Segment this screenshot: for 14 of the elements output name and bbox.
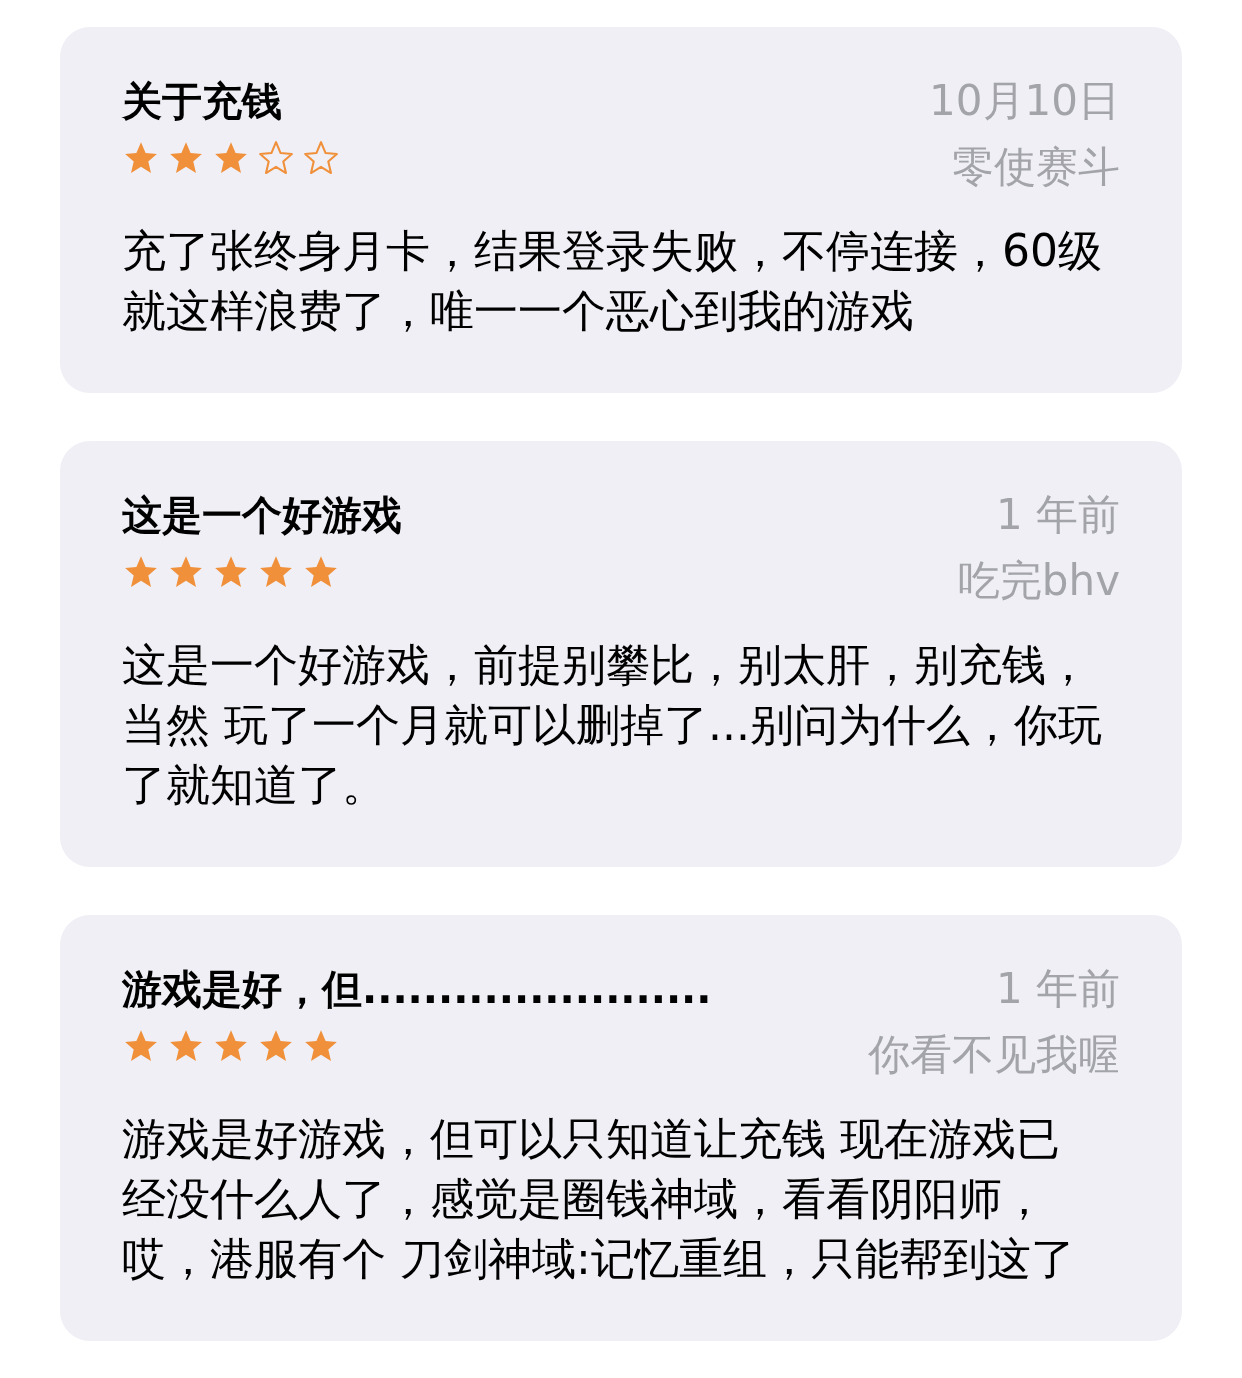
review-title: 这是一个好游戏 bbox=[122, 491, 402, 540]
review-date: 1 年前 bbox=[995, 963, 1120, 1015]
empty-star-icon bbox=[302, 139, 340, 177]
review-body: 充了张终身月卡，结果登录失败，不停连接，60级就这样浪费了，唯一一个恶心到我的游戏 bbox=[122, 224, 1102, 338]
review-author: 你看不见我喔 bbox=[868, 1029, 1120, 1081]
review-title: 关于充钱 bbox=[122, 77, 283, 126]
review-date: 10月10日 bbox=[929, 75, 1120, 127]
review-title: 游戏是好，但....................... bbox=[122, 965, 712, 1014]
empty-star-icon bbox=[257, 139, 295, 177]
review-body: 游戏是好游戏，但可以只知道让充钱 现在游戏已经没什么人了，感觉是圈钱神域，看看阴阳师，哎，港服有个 刀剑神域:记忆重组，只能帮到这了 bbox=[122, 1112, 1076, 1286]
review-author: 吃完bhv bbox=[957, 555, 1120, 607]
review-body: 这是一个好游戏，前提别攀比，别太肝，别充钱，当然 玩了一个月就可以删掉了...别问为什么，你玩了就知道了。 bbox=[122, 638, 1102, 812]
review-date: 1 年前 bbox=[995, 489, 1120, 541]
review-author: 零使赛斗 bbox=[952, 141, 1120, 193]
